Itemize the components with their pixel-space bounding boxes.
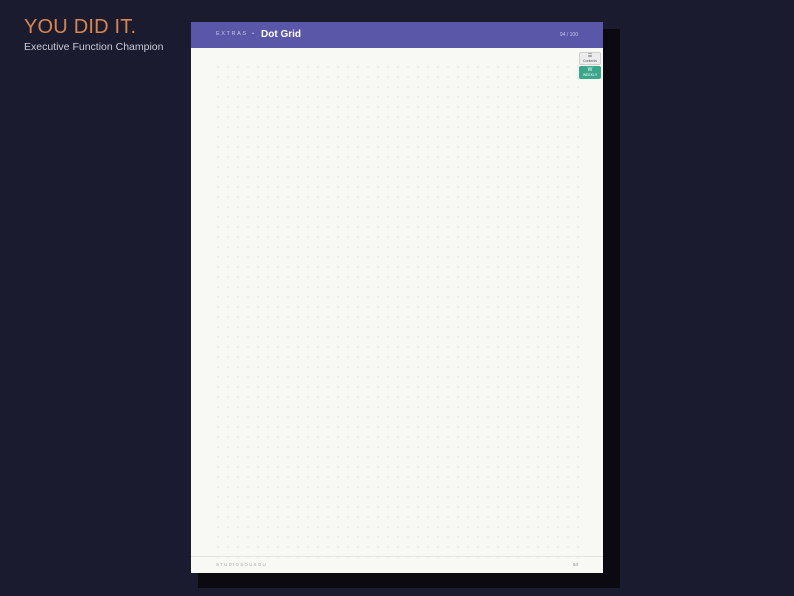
page-header: EXTRAS • Dot Grid 94 / 100	[191, 22, 603, 48]
footer-page-number: 94	[572, 562, 578, 567]
dot-grid[interactable]	[213, 62, 583, 558]
planner-page: EXTRAS • Dot Grid 94 / 100 ☰ Contents W …	[191, 22, 603, 573]
contents-tab-label: Contents	[582, 58, 597, 63]
contents-tab[interactable]: ☰ Contents	[579, 52, 601, 65]
hero-title: YOU DID IT.	[24, 16, 137, 38]
weekly-tab[interactable]: W WEEKLY	[579, 66, 601, 79]
page-title: Dot Grid	[261, 29, 301, 40]
separator-dot: •	[252, 31, 254, 37]
footer-brand: STUDIOSOUSOU	[216, 562, 267, 567]
footer-divider	[191, 556, 603, 557]
page-count: 94 / 100	[559, 32, 578, 38]
weekly-tab-label: WEEKLY	[582, 72, 598, 77]
hero-subtitle: Executive Function Champion	[24, 41, 164, 53]
section-label: EXTRAS	[216, 31, 248, 37]
